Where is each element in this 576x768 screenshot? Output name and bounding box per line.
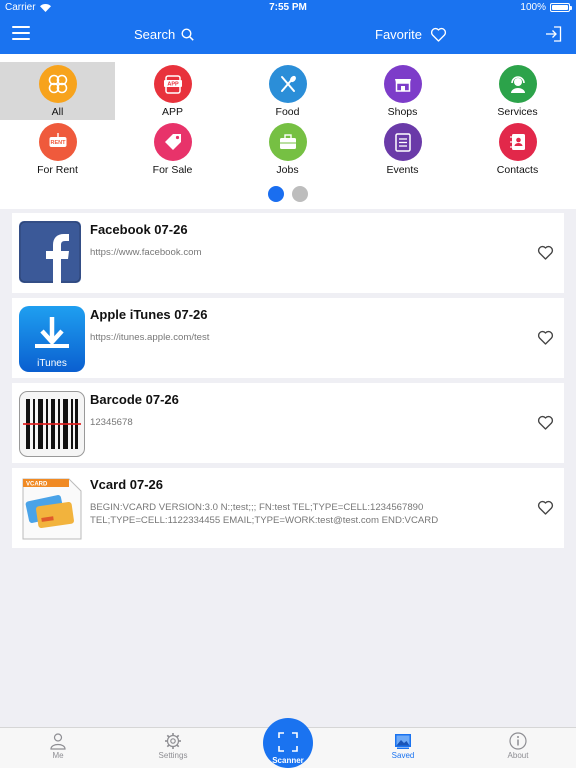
category-label: For Rent <box>37 164 78 176</box>
tab-settings[interactable]: Settings <box>133 732 213 760</box>
headset-icon <box>498 65 537 103</box>
favorite-toggle[interactable] <box>537 245 554 265</box>
vcard-icon: VCARD <box>19 476 85 542</box>
item-subtitle: https://itunes.apple.com/test <box>90 332 210 343</box>
item-title: Vcard 07-26 <box>90 477 163 492</box>
page-dot-active[interactable] <box>268 186 284 202</box>
item-subtitle: BEGIN:VCARD VERSION:3.0 N:;test;;; FN:te… <box>90 502 439 526</box>
saved-list: Facebook 07-26 https://www.facebook.com … <box>12 213 564 553</box>
heart-outline-icon <box>537 330 554 345</box>
app-icon: APP <box>153 65 192 103</box>
rent-sign-icon: RENT <box>38 123 77 161</box>
favorite-toggle[interactable] <box>537 500 554 520</box>
svg-text:APP: APP <box>167 82 179 88</box>
scanner-label: Scanner <box>272 756 304 765</box>
heart-icon <box>430 27 447 42</box>
hamburger-icon <box>12 26 30 28</box>
category-label: Services <box>497 106 538 118</box>
tab-me[interactable]: Me <box>18 732 98 760</box>
category-panel: All APP APP Food Shops Services RENT For… <box>0 54 576 209</box>
tab-label: Settings <box>158 751 188 760</box>
logout-button[interactable] <box>545 26 562 47</box>
info-icon <box>509 732 527 750</box>
address-book-icon <box>498 123 537 161</box>
heart-outline-icon <box>537 415 554 430</box>
tab-about[interactable]: About <box>478 732 558 760</box>
category-for-rent[interactable]: RENT For Rent <box>0 120 115 178</box>
price-tag-icon <box>153 123 192 161</box>
shop-icon <box>383 65 422 103</box>
itunes-icon: iTunes <box>19 306 85 372</box>
category-label: Shops <box>387 106 418 118</box>
tab-label: Saved <box>391 751 415 760</box>
scan-frame-icon <box>278 732 298 752</box>
scanner-button[interactable]: Scanner <box>263 718 313 768</box>
clipboard-icon <box>383 123 422 161</box>
category-contacts[interactable]: Contacts <box>460 120 575 178</box>
favorite-toggle[interactable] <box>537 330 554 350</box>
item-title: Apple iTunes 07-26 <box>90 307 208 322</box>
status-bar: Carrier 7:55 PM 100% <box>0 0 576 16</box>
item-title: Barcode 07-26 <box>90 392 179 407</box>
list-item[interactable]: VCARD Vcard 07-26 BEGIN:VCARD VERSION:3.… <box>12 468 564 548</box>
photos-icon <box>395 734 411 749</box>
category-shops[interactable]: Shops <box>345 62 460 120</box>
briefcase-icon <box>268 123 307 161</box>
favorite-button[interactable]: Favorite <box>375 27 447 42</box>
tab-saved[interactable]: Saved <box>363 732 443 760</box>
category-for-sale[interactable]: For Sale <box>115 120 230 178</box>
favorite-label: Favorite <box>375 27 422 42</box>
page-indicator <box>0 186 576 202</box>
category-all[interactable]: All <box>0 62 115 120</box>
category-services[interactable]: Services <box>460 62 575 120</box>
category-label: Jobs <box>276 164 299 176</box>
category-label: Events <box>386 164 419 176</box>
battery-icon <box>550 3 572 12</box>
battery-group: 100% <box>520 2 572 13</box>
menu-button[interactable] <box>12 26 30 42</box>
nav-bar: Search Favorite <box>0 16 576 54</box>
person-icon <box>50 733 66 750</box>
favorite-toggle[interactable] <box>537 415 554 435</box>
category-app[interactable]: APP APP <box>115 62 230 120</box>
battery-percent: 100% <box>520 2 546 13</box>
logout-icon <box>546 26 562 42</box>
search-label: Search <box>134 27 176 42</box>
svg-text:RENT: RENT <box>50 140 66 146</box>
category-food[interactable]: Food <box>230 62 345 120</box>
clover-icon <box>38 65 77 103</box>
category-events[interactable]: Events <box>345 120 460 178</box>
tab-label: Me <box>52 751 64 760</box>
svg-text:VCARD: VCARD <box>26 482 48 488</box>
barcode-icon <box>19 391 85 457</box>
category-label: Contacts <box>496 164 539 176</box>
category-grid: All APP APP Food Shops Services RENT For… <box>0 62 576 178</box>
heart-outline-icon <box>537 500 554 515</box>
search-button[interactable]: Search <box>134 27 194 42</box>
gear-icon <box>165 733 181 749</box>
status-time: 7:55 PM <box>269 2 307 13</box>
category-label: All <box>51 106 64 118</box>
heart-outline-icon <box>537 245 554 260</box>
list-item[interactable]: Barcode 07-26 12345678 <box>12 383 564 463</box>
list-item[interactable]: Facebook 07-26 https://www.facebook.com <box>12 213 564 293</box>
search-icon <box>181 28 194 41</box>
tab-label: About <box>507 751 529 760</box>
utensils-icon <box>268 65 307 103</box>
list-item[interactable]: iTunes Apple iTunes 07-26 https://itunes… <box>12 298 564 378</box>
category-jobs[interactable]: Jobs <box>230 120 345 178</box>
item-title: Facebook 07-26 <box>90 222 188 237</box>
category-label: Food <box>275 106 300 118</box>
item-subtitle: 12345678 <box>90 417 133 428</box>
category-label: APP <box>161 106 183 118</box>
svg-text:iTunes: iTunes <box>37 358 67 369</box>
facebook-icon <box>19 221 85 287</box>
item-subtitle: https://www.facebook.com <box>90 247 202 258</box>
page-dot[interactable] <box>292 186 308 202</box>
category-label: For Sale <box>152 164 193 176</box>
